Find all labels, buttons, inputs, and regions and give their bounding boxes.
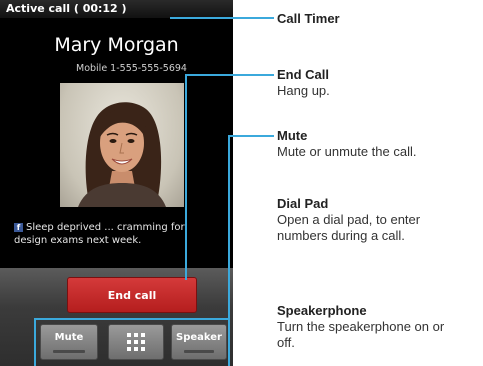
callout-dial-pad-desc-2: numbers during a call. <box>277 228 405 243</box>
mute-button[interactable]: Mute <box>40 324 98 360</box>
callout-speakerphone-desc-2: off. <box>277 335 295 350</box>
callout-call-timer-title: Call Timer <box>277 11 340 26</box>
callout-speakerphone-title: Speakerphone <box>277 303 367 318</box>
social-status-line-2: design exams next week. <box>14 235 142 246</box>
end-call-callout-line-h <box>185 74 274 76</box>
callout-end-call-desc: Hang up. <box>277 83 330 98</box>
mute-callout-line-h <box>228 135 274 137</box>
phone-screen: Active call ( 00:12 ) Mary Morgan Mobile… <box>0 0 233 366</box>
mute-callout-line-v <box>228 135 230 320</box>
callout-mute-title: Mute <box>277 128 308 143</box>
facebook-icon: f <box>14 223 23 232</box>
end-call-button[interactable]: End call <box>67 277 197 313</box>
callout-dial-pad-title: Dial Pad <box>277 196 329 211</box>
caller-name: Mary Morgan <box>54 34 179 56</box>
social-status: f Sleep deprived ... cramming for design … <box>14 221 233 247</box>
mute-button-label: Mute <box>54 332 84 343</box>
speaker-button-label: Speaker <box>176 332 222 343</box>
status-bar: Active call ( 00:12 ) <box>0 0 233 18</box>
callout-mute: Mute Mute or unmute the call. <box>277 128 416 160</box>
callout-dial-pad: Dial Pad Open a dial pad, to enter numbe… <box>277 196 420 244</box>
speaker-indicator <box>184 350 214 353</box>
speaker-button[interactable]: Speaker <box>171 324 227 360</box>
dialpad-grid-icon <box>127 333 145 351</box>
callout-end-call: End Call Hang up. <box>277 67 330 99</box>
callout-speakerphone-desc-1: Turn the speakerphone on or <box>277 319 445 334</box>
callout-end-call-title: End Call <box>277 67 330 82</box>
caller-number: Mobile 1-555-555-5694 <box>76 63 187 74</box>
callout-mute-desc: Mute or unmute the call. <box>277 144 417 159</box>
end-call-callout-line-v <box>185 74 187 280</box>
contact-photo <box>60 83 184 207</box>
callout-call-timer: Call Timer <box>277 11 340 27</box>
call-timer: Active call ( 00:12 ) <box>6 2 127 15</box>
mute-indicator <box>53 350 85 353</box>
callout-dial-pad-desc-1: Open a dial pad, to enter <box>277 212 421 227</box>
call-timer-callout-line <box>170 17 274 19</box>
social-status-line-1: Sleep deprived ... cramming for <box>26 222 185 233</box>
dialpad-button[interactable] <box>108 324 164 360</box>
callout-speakerphone: Speakerphone Turn the speakerphone on or… <box>277 303 444 351</box>
